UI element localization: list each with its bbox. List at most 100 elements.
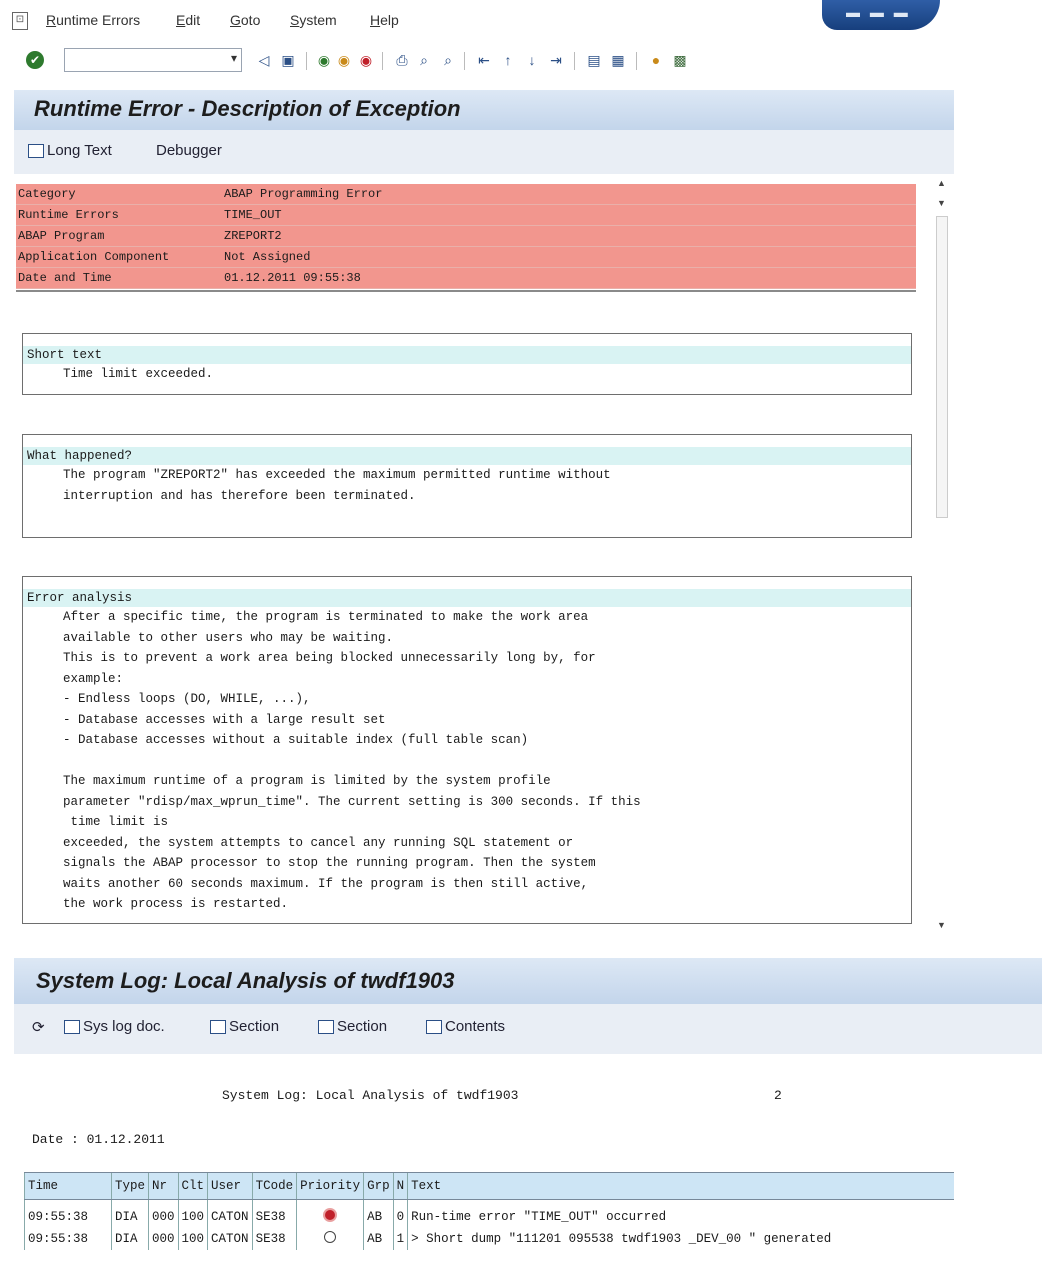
system-log-title: System Log: Local Analysis of twdf1903 <box>36 968 455 993</box>
column-header-clt[interactable]: Clt <box>177 1172 208 1200</box>
scroll-bottom-icon[interactable]: ▼ <box>937 920 946 930</box>
menu-goto[interactable]: Goto <box>230 12 260 28</box>
first-page-icon[interactable]: ⇤ <box>476 52 492 68</box>
section-line: exceeded, the system attempts to cancel … <box>63 835 574 850</box>
toolbar-separator <box>574 52 575 70</box>
cell-nr: 000 <box>148 1199 179 1228</box>
enter-icon[interactable]: ✔ <box>26 51 44 69</box>
section-label: Section <box>337 1018 388 1035</box>
previous-page-icon[interactable]: ↑ <box>500 52 516 68</box>
exit-icon[interactable]: ◉ <box>336 52 352 68</box>
history-back-icon[interactable]: ◁ <box>256 52 272 68</box>
chevron-down-icon[interactable]: ▾ <box>231 51 237 65</box>
new-session-icon[interactable]: ▤ <box>586 52 602 68</box>
next-page-icon[interactable]: ↓ <box>524 52 540 68</box>
column-header-user[interactable]: User <box>207 1172 253 1200</box>
cell-grp: AB <box>363 1228 394 1250</box>
back-icon[interactable]: ◉ <box>316 52 332 68</box>
cell-priority <box>296 1199 364 1228</box>
cell-user: CATON <box>207 1228 253 1250</box>
header-value: ZREPORT2 <box>224 229 282 243</box>
column-header-nr[interactable]: Nr <box>148 1172 179 1200</box>
last-page-icon[interactable]: ⇥ <box>548 52 564 68</box>
section-line: available to other users who may be wait… <box>63 630 394 645</box>
document-icon <box>28 144 44 159</box>
section-up-icon <box>210 1020 226 1035</box>
contents-button[interactable]: Contents <box>426 1018 505 1035</box>
table-row[interactable]: 09:55:38 DIA 000 100 CATON SE38 AB 0 Run… <box>24 1199 955 1228</box>
system-log-toolbar: ⟳ Sys log doc. Section Section Contents <box>14 1004 1042 1054</box>
short-text-section: Short text Time limit exceeded. <box>22 333 912 395</box>
error-analysis-section: Error analysis After a specific time, th… <box>22 576 912 924</box>
menu-help[interactable]: Help <box>370 12 399 28</box>
cell-nr: 000 <box>148 1228 179 1250</box>
section-line: interruption and has therefore been term… <box>63 488 416 503</box>
previous-section-button[interactable]: Section <box>210 1018 279 1035</box>
priority-error-icon <box>325 1210 336 1220</box>
column-header-text[interactable]: Text <box>407 1172 955 1200</box>
cancel-icon[interactable]: ◉ <box>358 52 374 68</box>
find-next-icon[interactable]: ⌕ <box>440 52 456 68</box>
long-text-label: Long Text <box>47 142 112 159</box>
section-line: parameter "rdisp/max_wprun_time". The cu… <box>63 794 641 809</box>
scroll-thumb[interactable] <box>936 216 948 518</box>
section-line: the work process is restarted. <box>63 897 289 911</box>
menu-bar: ⊡ Runtime Errors Edit Goto System Help ▬… <box>0 0 1042 44</box>
column-header-tcode[interactable]: TCode <box>251 1172 297 1200</box>
save-icon[interactable]: ▣ <box>280 52 296 68</box>
refresh-icon[interactable]: ⟳ <box>32 1018 45 1036</box>
header-row: ABAP Program ZREPORT2 <box>16 226 916 247</box>
cell-time: 09:55:38 <box>24 1199 112 1228</box>
system-log-table: Time Type Nr Clt User TCode Priority Grp… <box>24 1172 955 1250</box>
shortcut-icon[interactable]: ▦ <box>610 52 626 68</box>
sap-logo: ▬ ▬ ▬ <box>822 0 940 30</box>
cell-n: 0 <box>392 1199 408 1228</box>
column-header-type[interactable]: Type <box>110 1172 149 1200</box>
cell-tcode: SE38 <box>251 1228 297 1250</box>
column-header-time[interactable]: Time <box>24 1172 112 1200</box>
header-row: Category ABAP Programming Error <box>16 184 916 205</box>
header-value: ABAP Programming Error <box>224 187 383 201</box>
help-icon[interactable]: ● <box>648 52 664 68</box>
header-key: Application Component <box>18 250 170 264</box>
cell-type: DIA <box>110 1228 149 1250</box>
cell-type: DIA <box>110 1199 149 1228</box>
scroll-up-icon[interactable]: ▲ <box>937 178 946 188</box>
section-line <box>23 751 911 772</box>
debugger-button[interactable]: Debugger <box>156 142 222 159</box>
contents-label: Contents <box>445 1018 506 1035</box>
system-log-heading: System Log: Local Analysis of twdf1903 <box>222 1088 519 1103</box>
column-header-n[interactable]: N <box>392 1172 408 1200</box>
section-line: After a specific time, the program is te… <box>63 610 589 624</box>
cell-priority <box>296 1228 364 1250</box>
header-value: 01.12.2011 09:55:38 <box>224 271 361 285</box>
syslog-doc-button[interactable]: Sys log doc. <box>64 1018 165 1035</box>
section-heading: Error analysis <box>23 589 911 607</box>
what-happened-section: What happened? The program "ZREPORT2" ha… <box>22 434 912 538</box>
section-heading: What happened? <box>23 447 911 465</box>
menu-icon[interactable]: ⊡ <box>12 12 28 30</box>
table-row[interactable]: 09:55:38 DIA 000 100 CATON SE38 AB 1 > S… <box>24 1228 955 1250</box>
page-title: Runtime Error - Description of Exception <box>34 96 461 121</box>
syslog-doc-label: Sys log doc. <box>83 1018 165 1035</box>
long-text-button[interactable]: Long Text <box>28 142 112 159</box>
vertical-scrollbar[interactable]: ▲ ▼ ▼ <box>934 176 950 932</box>
menu-system[interactable]: System <box>290 12 337 28</box>
divider <box>16 290 916 292</box>
layout-menu-icon[interactable]: ▩ <box>672 52 688 68</box>
menu-edit[interactable]: Edit <box>176 12 200 28</box>
cell-time: 09:55:38 <box>24 1228 112 1250</box>
section-line: The maximum runtime of a program is limi… <box>63 774 551 788</box>
command-field[interactable]: ▾ <box>64 48 242 72</box>
column-header-priority[interactable]: Priority <box>296 1172 364 1200</box>
column-header-grp[interactable]: Grp <box>363 1172 394 1200</box>
system-toolbar: ✔ ▾ ◁ ▣ ◉ ◉ ◉ ⎙ ⌕ ⌕ ⇤ ↑ ↓ ⇥ ▤ ▦ ● ▩ <box>0 44 1000 80</box>
menu-runtime-errors[interactable]: Runtime Errors <box>46 12 140 28</box>
find-icon[interactable]: ⌕ <box>416 52 432 68</box>
scroll-down-icon[interactable]: ▼ <box>937 198 946 208</box>
print-icon[interactable]: ⎙ <box>394 52 410 68</box>
section-line: time limit is <box>63 815 169 829</box>
section-line: The program "ZREPORT2" has exceeded the … <box>63 468 611 482</box>
header-row: Application Component Not Assigned <box>16 247 916 268</box>
next-section-button[interactable]: Section <box>318 1018 387 1035</box>
